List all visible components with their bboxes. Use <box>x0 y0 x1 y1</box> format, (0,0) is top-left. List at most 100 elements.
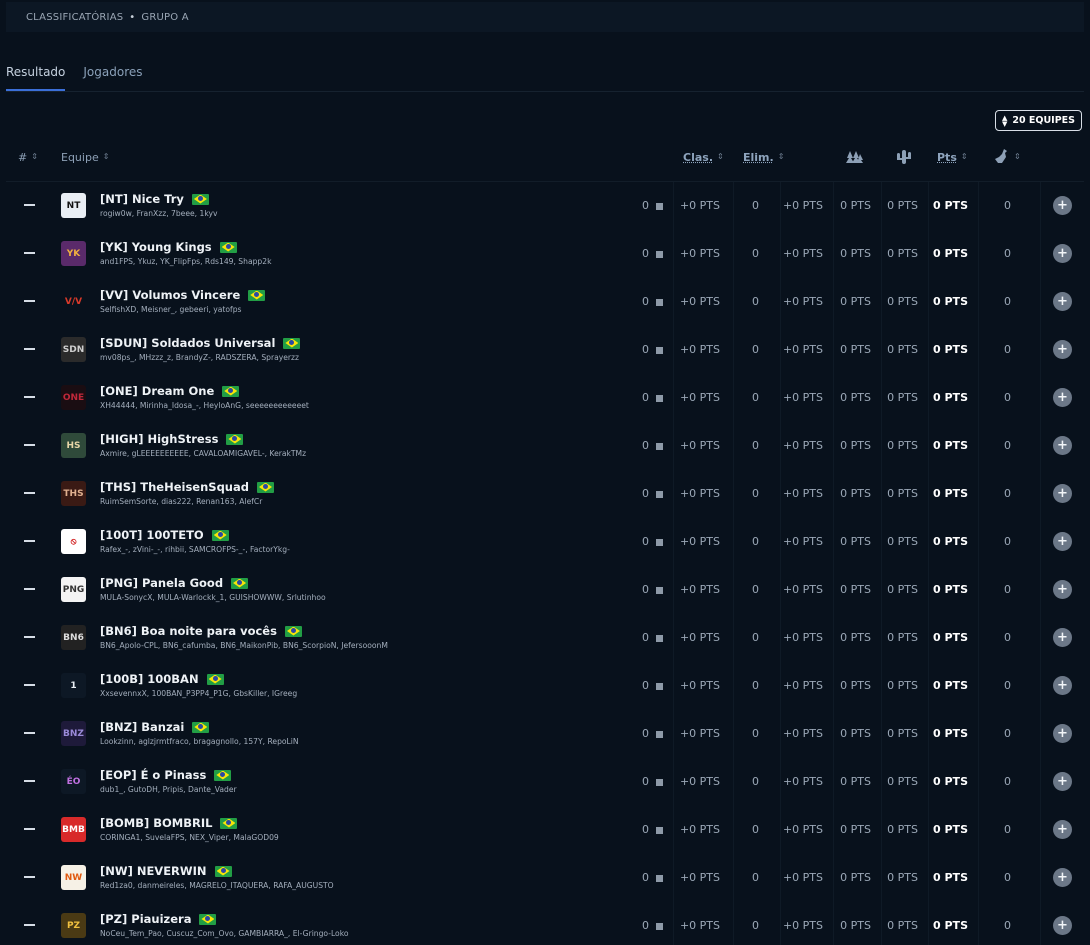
cell-col_b: 0 PTS <box>887 199 918 212</box>
table-row[interactable]: NT [NT] Nice Try rogiw0w, FranXzz, 7beee, … <box>0 182 1090 230</box>
sort-icon: ⇕ <box>31 153 38 161</box>
header-rank[interactable]: # ⇕ <box>18 140 38 174</box>
team-name[interactable]: [SDUN] Soldados Universal <box>100 336 300 350</box>
header-rank-label: # <box>18 151 27 164</box>
header-chicken[interactable]: ⇕ <box>992 140 1021 174</box>
team-name[interactable]: [BNZ] Banzai <box>100 720 209 734</box>
square-icon <box>656 827 663 834</box>
expand-plus-button[interactable]: + <box>1053 292 1072 311</box>
cell-last: 0 <box>1004 823 1011 836</box>
team-name[interactable]: [EOP] É o Pinass <box>100 768 231 782</box>
team-name[interactable]: [HIGH] HighStress <box>100 432 243 446</box>
column-separator <box>733 806 734 854</box>
table-row[interactable]: BMB [BOMB] BOMBRIL CORINGA1, SuvelaFPS, NE… <box>0 806 1090 854</box>
team-logo: BN6 <box>61 625 86 650</box>
expand-plus-button[interactable]: + <box>1053 868 1072 887</box>
expand-plus-button[interactable]: + <box>1053 724 1072 743</box>
table-row[interactable]: BN6 [BN6] Boa noite para vocês BN6_Apolo-C… <box>0 614 1090 662</box>
expand-plus-button[interactable]: + <box>1053 388 1072 407</box>
column-separator <box>733 230 734 278</box>
team-name[interactable]: [100T] 100TETO <box>100 528 229 542</box>
cell-col_b: 0 PTS <box>887 487 918 500</box>
table-row[interactable]: THS [THS] TheHeisenSquad RuimSemSorte, dia… <box>0 470 1090 518</box>
table-row[interactable]: SDN [SDUN] Soldados Universal mv08ps_, MHz… <box>0 326 1090 374</box>
table-row[interactable]: ONE [ONE] Dream One XH44444, Mirinha_Idosa… <box>0 374 1090 422</box>
table-row[interactable]: ÉO [EOP] É o Pinass dub1_, GutoDH, Pripis,… <box>0 758 1090 806</box>
team-name-label: [PZ] Piauizera <box>100 912 191 926</box>
table-row[interactable]: BNZ [BNZ] Banzai Lookzinn, aglzjrmtfraco, … <box>0 710 1090 758</box>
team-name[interactable]: [THS] TheHeisenSquad <box>100 480 274 494</box>
cell-clas_count: 0 <box>642 583 663 596</box>
cell-col_b: 0 PTS <box>887 823 918 836</box>
tab-jogadores[interactable]: Jogadores <box>83 60 142 91</box>
expand-plus-button[interactable]: + <box>1053 436 1072 455</box>
table-row[interactable]: PZ [PZ] Piauizera NoCeu_Tem_Pao, Cuscuz_Co… <box>0 902 1090 945</box>
cell-clas_pts: +0 PTS <box>680 439 720 452</box>
team-name[interactable]: [YK] Young Kings <box>100 240 237 254</box>
team-players: and1FPS, Ykuz, YK_FlipFps, Rds149, Shapp… <box>100 257 271 266</box>
teams-count-button[interactable]: ▲ ▼ 20 EQUIPES <box>995 110 1082 131</box>
expand-plus-button[interactable]: + <box>1053 916 1072 935</box>
team-name[interactable]: [BOMB] BOMBRIL <box>100 816 237 830</box>
breadcrumb-grupo-a[interactable]: GRUPO A <box>141 12 188 23</box>
cell-elim_count: 0 <box>752 343 759 356</box>
expand-plus-button[interactable]: + <box>1053 196 1072 215</box>
column-separator <box>881 374 882 422</box>
header-pts[interactable]: Pts ⇕ <box>937 140 968 174</box>
brazil-flag-icon <box>231 578 248 589</box>
column-separator <box>673 470 674 518</box>
expand-plus-button[interactable]: + <box>1053 340 1072 359</box>
table-row[interactable]: YK [YK] Young Kings and1FPS, Ykuz, YK_Flip… <box>0 230 1090 278</box>
column-separator <box>780 710 781 758</box>
table-row[interactable]: ⦸ [100T] 100TETO Rafex_-, zVini-_-, rihbii… <box>0 518 1090 566</box>
expand-plus-button[interactable]: + <box>1053 580 1072 599</box>
expand-plus-button[interactable]: + <box>1053 244 1072 263</box>
breadcrumb-separator: • <box>129 12 135 23</box>
header-team[interactable]: Equipe ⇕ <box>61 140 109 174</box>
table-row[interactable]: HS [HIGH] HighStress Axmire, gLEEEEEEEEEE,… <box>0 422 1090 470</box>
cell-clas_count: 0 <box>642 775 663 788</box>
table-row[interactable]: NW [NW] NEVERWIN Red1za0, danmeireles, MAG… <box>0 854 1090 902</box>
cell-clas_count: 0 <box>642 343 663 356</box>
table-row[interactable]: 1 [100B] 100BAN XxsevennxX, 100BAN_P3PP4_P… <box>0 662 1090 710</box>
cell-elim_pts: +0 PTS <box>783 391 823 404</box>
expand-plus-button[interactable]: + <box>1053 628 1072 647</box>
team-players: Red1za0, danmeireles, MAGRELO_ITAQUERA, … <box>100 881 334 890</box>
header-clas[interactable]: Clas. ⇕ <box>683 140 724 174</box>
expand-plus-button[interactable]: + <box>1053 484 1072 503</box>
column-separator <box>673 854 674 902</box>
expand-plus-button[interactable]: + <box>1053 820 1072 839</box>
team-name[interactable]: [ONE] Dream One <box>100 384 239 398</box>
column-separator <box>780 374 781 422</box>
expand-plus-button[interactable]: + <box>1053 532 1072 551</box>
column-separator <box>928 326 929 374</box>
trees-icon[interactable] <box>846 140 864 174</box>
cactus-icon[interactable] <box>896 140 912 174</box>
header-elim[interactable]: Elim. ⇕ <box>743 140 784 174</box>
cell-last: 0 <box>1004 391 1011 404</box>
cell-total: 0 PTS <box>933 871 968 884</box>
square-icon <box>656 395 663 402</box>
column-separator <box>733 182 734 230</box>
cell-elim_count: 0 <box>752 535 759 548</box>
team-name[interactable]: [VV] Volumos Vincere <box>100 288 265 302</box>
column-separator <box>978 518 979 566</box>
cell-elim_count: 0 <box>752 199 759 212</box>
expand-plus-button[interactable]: + <box>1053 772 1072 791</box>
table-row[interactable]: V/V [VV] Volumos Vincere SelfishXD, Meisne… <box>0 278 1090 326</box>
team-name[interactable]: [PNG] Panela Good <box>100 576 248 590</box>
square-icon <box>656 923 663 930</box>
team-name[interactable]: [NT] Nice Try <box>100 192 209 206</box>
square-icon <box>656 251 663 258</box>
cell-elim_count: 0 <box>752 391 759 404</box>
team-name[interactable]: [BN6] Boa noite para vocês <box>100 624 302 638</box>
team-name[interactable]: [100B] 100BAN <box>100 672 224 686</box>
table-row[interactable]: PNG [PNG] Panela Good MULA-SonycX, MULA-Wa… <box>0 566 1090 614</box>
team-name[interactable]: [NW] NEVERWIN <box>100 864 232 878</box>
expand-plus-button[interactable]: + <box>1053 676 1072 695</box>
cell-clas_count: 0 <box>642 295 663 308</box>
team-name[interactable]: [PZ] Piauizera <box>100 912 216 926</box>
tab-resultado[interactable]: Resultado <box>6 60 65 91</box>
breadcrumb-classificatorias[interactable]: CLASSIFICATÓRIAS <box>26 12 123 23</box>
column-separator <box>1040 374 1041 422</box>
